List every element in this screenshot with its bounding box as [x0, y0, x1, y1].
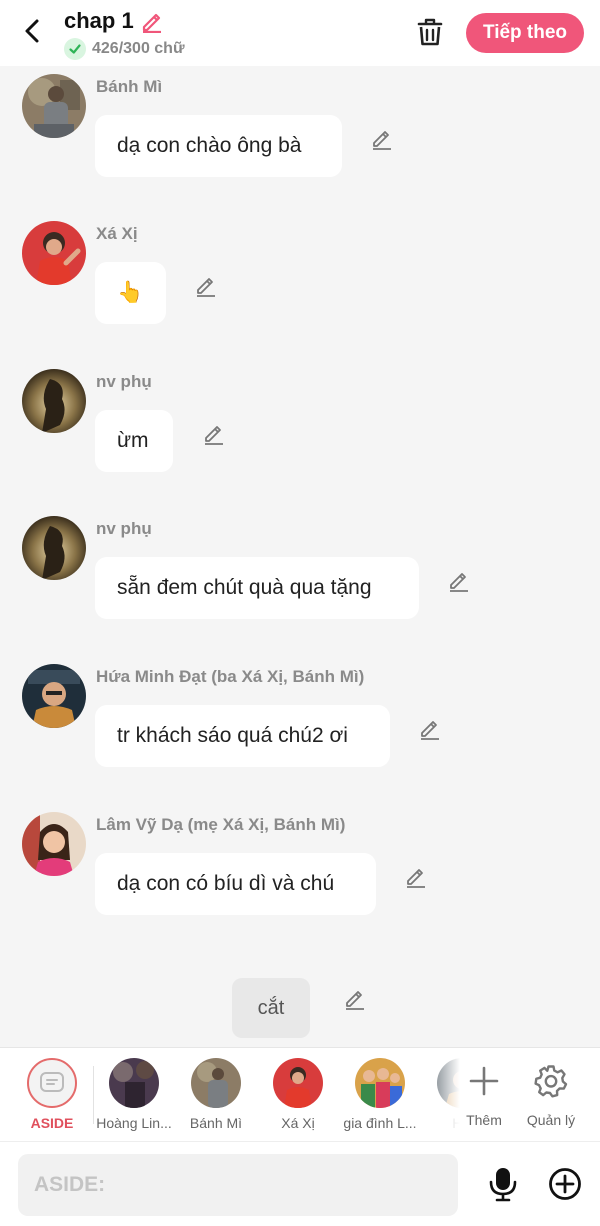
message-bubble[interactable]: sẵn đem chút quà qua tặng: [95, 557, 419, 619]
edit-message-button[interactable]: [192, 271, 220, 299]
word-count-row: 426/300 chữ: [64, 38, 185, 60]
plus-icon: [465, 1062, 503, 1100]
character-label: ASIDE: [30, 1115, 74, 1131]
avatar[interactable]: [22, 516, 86, 580]
sender-name: Lâm Vỹ Dạ (mẹ Xá Xị, Bánh Mì): [96, 815, 346, 834]
pencil-icon: [346, 991, 364, 1010]
message-bubble[interactable]: dạ con chào ông bà: [95, 115, 342, 177]
message-bubble[interactable]: dạ con có bíu dì và chú: [95, 853, 376, 915]
edit-message-button[interactable]: [368, 124, 396, 152]
avatar: [191, 1058, 241, 1108]
mic-button[interactable]: [486, 1164, 520, 1204]
avatar: [273, 1058, 323, 1108]
message-bubble[interactable]: tr khách sáo quá chú2 ơi: [95, 705, 390, 767]
manage-button[interactable]: Quản lý: [518, 1056, 584, 1136]
edit-cut-button[interactable]: [341, 984, 369, 1012]
pencil-icon: [450, 573, 468, 592]
aside-icon: [27, 1058, 77, 1108]
avatar[interactable]: [22, 369, 86, 433]
word-count: 426/300 chữ: [92, 40, 185, 57]
avatar: [109, 1058, 159, 1108]
message-bubble[interactable]: ừm: [95, 410, 173, 472]
back-button[interactable]: [16, 14, 50, 48]
sender-name: Xá Xị: [96, 224, 138, 243]
edit-message-button[interactable]: [200, 419, 228, 447]
chevron-left-icon: [25, 19, 39, 43]
check-icon: [64, 38, 86, 60]
character-xa-xi[interactable]: Xá Xị: [256, 1048, 340, 1142]
input-bar: ASIDE:: [0, 1141, 600, 1226]
character-label: Xá Xị: [281, 1115, 315, 1131]
avatar[interactable]: [22, 664, 86, 728]
header: chap 1 426/300 chữ Tiếp theo: [0, 0, 600, 66]
pencil-icon: [373, 131, 391, 150]
character-aside[interactable]: ASIDE: [10, 1048, 94, 1142]
edit-message-button[interactable]: [416, 714, 444, 742]
message-input[interactable]: ASIDE:: [18, 1154, 458, 1216]
character-banh-mi[interactable]: Bánh Mì: [174, 1048, 258, 1142]
avatar[interactable]: [22, 74, 86, 138]
microphone-icon: [489, 1168, 517, 1202]
pencil-icon: [407, 869, 425, 888]
edit-message-button[interactable]: [402, 862, 430, 890]
chapter-title: chap 1: [64, 8, 134, 33]
plus-circle-icon: [549, 1168, 581, 1200]
pencil-icon: [421, 721, 439, 740]
add-button[interactable]: [547, 1166, 583, 1202]
delete-button[interactable]: [412, 14, 448, 50]
manage-label: Quản lý: [526, 1112, 576, 1128]
character-bar: ASIDE Hoàng Lin... Bánh Mì Xá Xị gia đìn…: [0, 1047, 600, 1142]
sender-name: Hứa Minh Đạt (ba Xá Xị, Bánh Mì): [96, 667, 365, 686]
edit-message-button[interactable]: [445, 566, 473, 594]
add-character-button[interactable]: Thêm: [451, 1056, 517, 1136]
avatar: [355, 1058, 405, 1108]
pencil-icon: [205, 426, 223, 445]
character-hoang-linh[interactable]: Hoàng Lin...: [92, 1048, 176, 1142]
pencil-icon: [197, 278, 215, 297]
gear-icon: [532, 1062, 570, 1100]
sender-name: nv phụ: [96, 372, 152, 391]
avatar[interactable]: [22, 221, 86, 285]
character-label: Hoàng Lin...: [96, 1115, 172, 1131]
next-button[interactable]: Tiếp theo: [466, 13, 584, 53]
sender-name: Bánh Mì: [96, 77, 163, 96]
add-label: Thêm: [466, 1112, 502, 1128]
cut-marker[interactable]: cắt: [232, 978, 310, 1038]
character-label: Bánh Mì: [189, 1115, 243, 1131]
chapter-title-row[interactable]: chap 1: [64, 8, 164, 34]
sender-name: nv phụ: [96, 519, 152, 538]
avatar[interactable]: [22, 812, 86, 876]
trash-icon: [417, 18, 443, 46]
pencil-icon: [142, 13, 161, 33]
message-bubble[interactable]: 👆: [95, 262, 166, 324]
